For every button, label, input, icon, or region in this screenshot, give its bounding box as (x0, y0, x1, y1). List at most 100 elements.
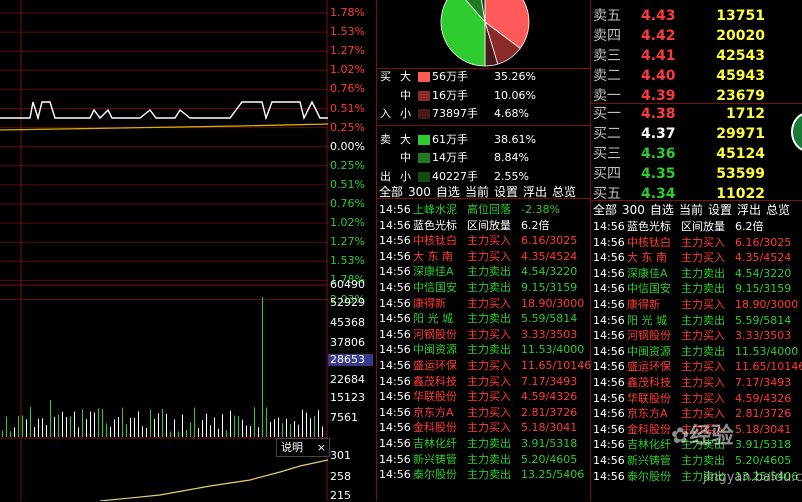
tick-row[interactable]: 14:56 中闽资源 主力卖出 11.53/4000 (379, 342, 601, 357)
flow-amount: 16万手 (432, 88, 468, 102)
tick-row[interactable]: 14:56 河钢股份 主力买入 3.33/3503 (379, 327, 601, 342)
tick-row[interactable]: 14:56 新兴铸管 主力卖出 5.20/4605 (379, 452, 601, 467)
volume-bar (238, 416, 239, 437)
tick-row[interactable]: 14:56 河钢股份 主力买入 3.33/3503 (593, 328, 802, 343)
tab-总览[interactable]: 总览 (552, 185, 576, 199)
tick-signal-type: 主力卖出 (681, 454, 725, 467)
tab-浮出[interactable]: 浮出 (523, 185, 547, 199)
tick-signal-type: 主力买入 (467, 296, 511, 310)
tick-row[interactable]: 14:56 吉林化纤 主力卖出 3.91/5318 (379, 436, 601, 451)
volume-bar (50, 400, 51, 437)
tick-row[interactable]: 14:56 阳 光 城主力卖出 5.59/5814 (593, 313, 802, 328)
orderbook-row[interactable]: 买一 4.38 1712 (593, 104, 802, 124)
tick-stock-name: 河钢股份 (413, 327, 457, 341)
tick-time: 14:56 (379, 281, 411, 294)
tick-stock-name: 泰尔股份 (627, 469, 671, 483)
tick-stock-name: 康得新 (627, 298, 660, 311)
tab-自选[interactable]: 自选 (436, 185, 460, 199)
volume-bar (94, 412, 95, 437)
tick-row[interactable]: 14:56 康得新 主力买入 18.90/3000 (379, 296, 601, 311)
pct-tick-label: 1.27% (330, 235, 365, 249)
tick-row[interactable]: 14:56 深康佳A 主力卖出 4.54/3220 (593, 266, 802, 281)
tick-stock-name: 中核钛白 (413, 234, 457, 248)
tick-row[interactable]: 14:56 中信国安 主力卖出 9.15/3159 (379, 280, 601, 295)
orderbook-row[interactable]: 卖三 4.41 42543 (593, 46, 802, 66)
tick-value: 6.16/3025 (521, 234, 578, 248)
close-icon[interactable]: × (317, 439, 326, 456)
tick-row[interactable]: 14:56 上峰水泥 高位回落 -2.38% (379, 202, 601, 217)
volume-bar (178, 431, 179, 437)
tab-全部[interactable]: 全部 (593, 203, 617, 217)
tab-设置[interactable]: 设置 (494, 185, 518, 199)
tick-value: 9.15/3159 (521, 281, 578, 294)
tab-当前[interactable]: 当前 (465, 185, 489, 199)
flow-size-label: 小 (400, 107, 411, 120)
volume-bar (202, 420, 203, 437)
tick-time: 14:56 (379, 468, 411, 482)
flow-side-label: 买 (380, 70, 391, 83)
tick-row[interactable]: 14:56 蓝色光标 区间放量 6.2倍 (593, 219, 802, 234)
tick-signal-type: 主力买入 (467, 234, 511, 248)
tick-signal-type: 主力卖出 (467, 343, 511, 357)
flow-color-swatch (418, 153, 430, 163)
tick-row[interactable]: 14:56 华联股份 主力买入 4.59/4326 (379, 389, 601, 404)
tick-row[interactable]: 14:56 泰尔股份 主力卖出 13.25/5406 (379, 467, 601, 482)
tick-row[interactable]: 14:56 大 东 南主力买入 4.35/4524 (379, 249, 601, 264)
tick-row[interactable]: 14:56 大 东 南主力买入 4.35/4524 (593, 250, 802, 265)
volume-bar (154, 418, 155, 437)
tick-row[interactable]: 14:56 新兴铸管 主力卖出 5.20/4605 (593, 453, 802, 468)
tick-row[interactable]: 14:56 金科股份 主力买入 5.18/3041 (379, 420, 601, 435)
tick-row[interactable]: 14:56 盛运环保 主力买入 11.65/10146 (379, 358, 601, 373)
tick-row[interactable]: 14:56 鑫茂科技 主力买入 7.17/3493 (593, 375, 802, 390)
orderbook-row[interactable]: 卖二 4.40 45943 (593, 66, 802, 86)
tick-row[interactable]: 14:56 中核钛白 主力买入 6.16/3025 (593, 235, 802, 250)
volume-bar (262, 297, 263, 437)
tab-总览[interactable]: 总览 (766, 203, 790, 217)
tab-当前[interactable]: 当前 (679, 203, 703, 217)
tick-row[interactable]: 14:56 蓝色光标 区间放量 6.2倍 (379, 218, 601, 233)
note-box[interactable]: 说明 × (276, 438, 330, 457)
intraday-chart[interactable]: 说明 × (0, 0, 330, 501)
tick-stock-name: 蓝色光标 (627, 220, 671, 233)
flow-pie-chart (440, 0, 530, 67)
tab-300[interactable]: 300 (408, 185, 431, 199)
tab-浮出[interactable]: 浮出 (737, 203, 761, 217)
tick-stock-name: 吉林化纤 (413, 437, 457, 450)
tick-signal-type: 主力买入 (467, 405, 511, 419)
pct-tick-label: 1.27% (330, 44, 365, 58)
volume-bar (162, 408, 163, 437)
orderbook-price: 4.42 (641, 28, 676, 44)
tab-全部[interactable]: 全部 (379, 185, 403, 199)
tick-row[interactable]: 14:56 京东方A 主力买入 2.81/3726 (379, 405, 601, 420)
tick-row[interactable]: 14:56 深康佳A 主力卖出 4.54/3220 (379, 264, 601, 279)
pct-tick-label: 1.53% (330, 254, 365, 268)
volume-bar (246, 425, 247, 437)
tick-time: 14:56 (593, 251, 625, 265)
tick-row[interactable]: 14:56 盛运环保 主力买入 11.65/10146 (593, 359, 802, 374)
tab-300[interactable]: 300 (622, 203, 645, 217)
tick-row[interactable]: 14:56 华联股份 主力买入 4.59/4326 (593, 391, 802, 406)
flow-row: 卖大 61万手 38.61% (377, 132, 536, 148)
tab-自选[interactable]: 自选 (650, 203, 674, 217)
orderbook-row[interactable]: 买四 4.35 53599 (593, 164, 802, 184)
tick-stock-name: 泰尔股份 (413, 468, 457, 482)
volume-bar (298, 424, 299, 437)
tick-row[interactable]: 14:56 中信国安 主力卖出 9.15/3159 (593, 281, 802, 296)
volume-bar (250, 426, 251, 437)
tick-row[interactable]: 14:56 中闽资源 主力卖出 11.53/4000 (593, 344, 802, 359)
tick-stock-name: 深康佳A (627, 266, 668, 280)
tick-row[interactable]: 14:56 鑫茂科技 主力买入 7.17/3493 (379, 374, 601, 389)
orderbook-row[interactable]: 买三 4.36 45124 (593, 144, 802, 164)
volume-bar (66, 417, 67, 437)
tick-row[interactable]: 14:56 康得新 主力买入 18.90/3000 (593, 297, 802, 312)
orderbook-row[interactable]: 卖四 4.42 20020 (593, 26, 802, 46)
orderbook-row[interactable]: 卖五 4.43 13751 (593, 6, 802, 26)
tick-row[interactable]: 14:56 阳 光 城主力卖出 5.59/5814 (379, 311, 601, 326)
tick-time: 14:56 (379, 327, 411, 341)
tab-设置[interactable]: 设置 (708, 203, 732, 217)
tick-row[interactable]: 14:56 中核钛白 主力买入 6.16/3025 (379, 233, 601, 248)
tick-time: 14:56 (379, 421, 411, 435)
orderbook-row[interactable]: 买二 4.37 29971 (593, 124, 802, 144)
pct-tick-label: 1.02% (330, 216, 365, 230)
tick-time: 14:56 (379, 452, 411, 466)
